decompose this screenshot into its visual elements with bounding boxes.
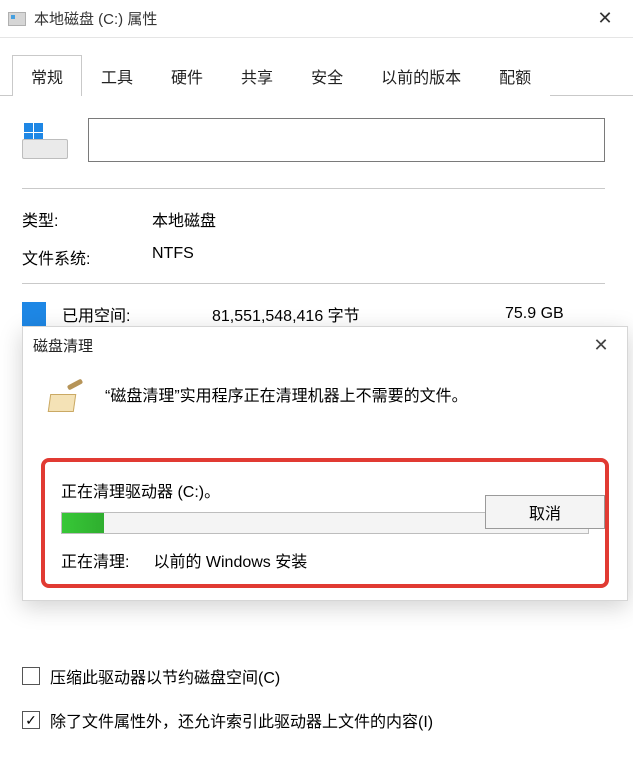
- filesystem-value: NTFS: [152, 245, 194, 269]
- tab-security[interactable]: 安全: [292, 55, 362, 96]
- used-space-gb: 75.9 GB: [505, 305, 605, 323]
- divider: [22, 283, 605, 284]
- cleanup-message: “磁盘清理”实用程序正在清理机器上不需要的文件。: [105, 380, 468, 406]
- bottom-options: 压缩此驱动器以节约磁盘空间(C) 除了文件属性外，还允许索引此驱动器上文件的内容…: [22, 664, 433, 752]
- index-checkbox[interactable]: [22, 711, 40, 729]
- properties-titlebar: 本地磁盘 (C:) 属性 ✕: [0, 0, 633, 38]
- tab-hardware[interactable]: 硬件: [152, 55, 222, 96]
- index-label: 除了文件属性外，还允许索引此驱动器上文件的内容(I): [50, 708, 433, 732]
- disk-cleanup-dialog: 磁盘清理 ✕ “磁盘清理”实用程序正在清理机器上不需要的文件。 正在清理驱动器 …: [22, 326, 628, 601]
- tab-previous-versions[interactable]: 以前的版本: [362, 55, 480, 96]
- volume-label-input[interactable]: [88, 118, 605, 162]
- tab-sharing[interactable]: 共享: [222, 55, 292, 96]
- used-space-bytes: 81,551,548,416 字节: [212, 302, 505, 326]
- close-icon[interactable]: ✕: [585, 4, 625, 34]
- cleanup-detail-label: 正在清理:: [61, 548, 129, 572]
- close-icon[interactable]: ✕: [585, 335, 617, 356]
- tab-tools[interactable]: 工具: [82, 55, 152, 96]
- filesystem-label: 文件系统:: [22, 245, 152, 269]
- type-value: 本地磁盘: [152, 207, 216, 231]
- type-label: 类型:: [22, 207, 152, 231]
- cleanup-progress-fill: [62, 513, 104, 533]
- cleanup-detail-value: 以前的 Windows 安装: [153, 548, 307, 572]
- drive-icon: [8, 12, 26, 26]
- divider: [22, 188, 605, 189]
- used-space-label: 已用空间:: [62, 302, 212, 326]
- general-panel: 类型: 本地磁盘 文件系统: NTFS 已用空间: 81,551,548,416…: [0, 96, 633, 336]
- used-space-swatch: [22, 302, 46, 326]
- cleanup-title: 磁盘清理: [33, 335, 585, 356]
- compress-checkbox[interactable]: [22, 667, 40, 685]
- cancel-button[interactable]: 取消: [485, 495, 605, 529]
- window-title: 本地磁盘 (C:) 属性: [34, 8, 585, 29]
- cleanup-icon: [45, 380, 87, 422]
- tab-general[interactable]: 常规: [12, 55, 82, 96]
- tab-quota[interactable]: 配额: [480, 55, 550, 96]
- compress-label: 压缩此驱动器以节约磁盘空间(C): [50, 664, 280, 688]
- drive-large-icon: [22, 121, 68, 159]
- tab-strip: 常规 工具 硬件 共享 安全 以前的版本 配额: [0, 38, 633, 96]
